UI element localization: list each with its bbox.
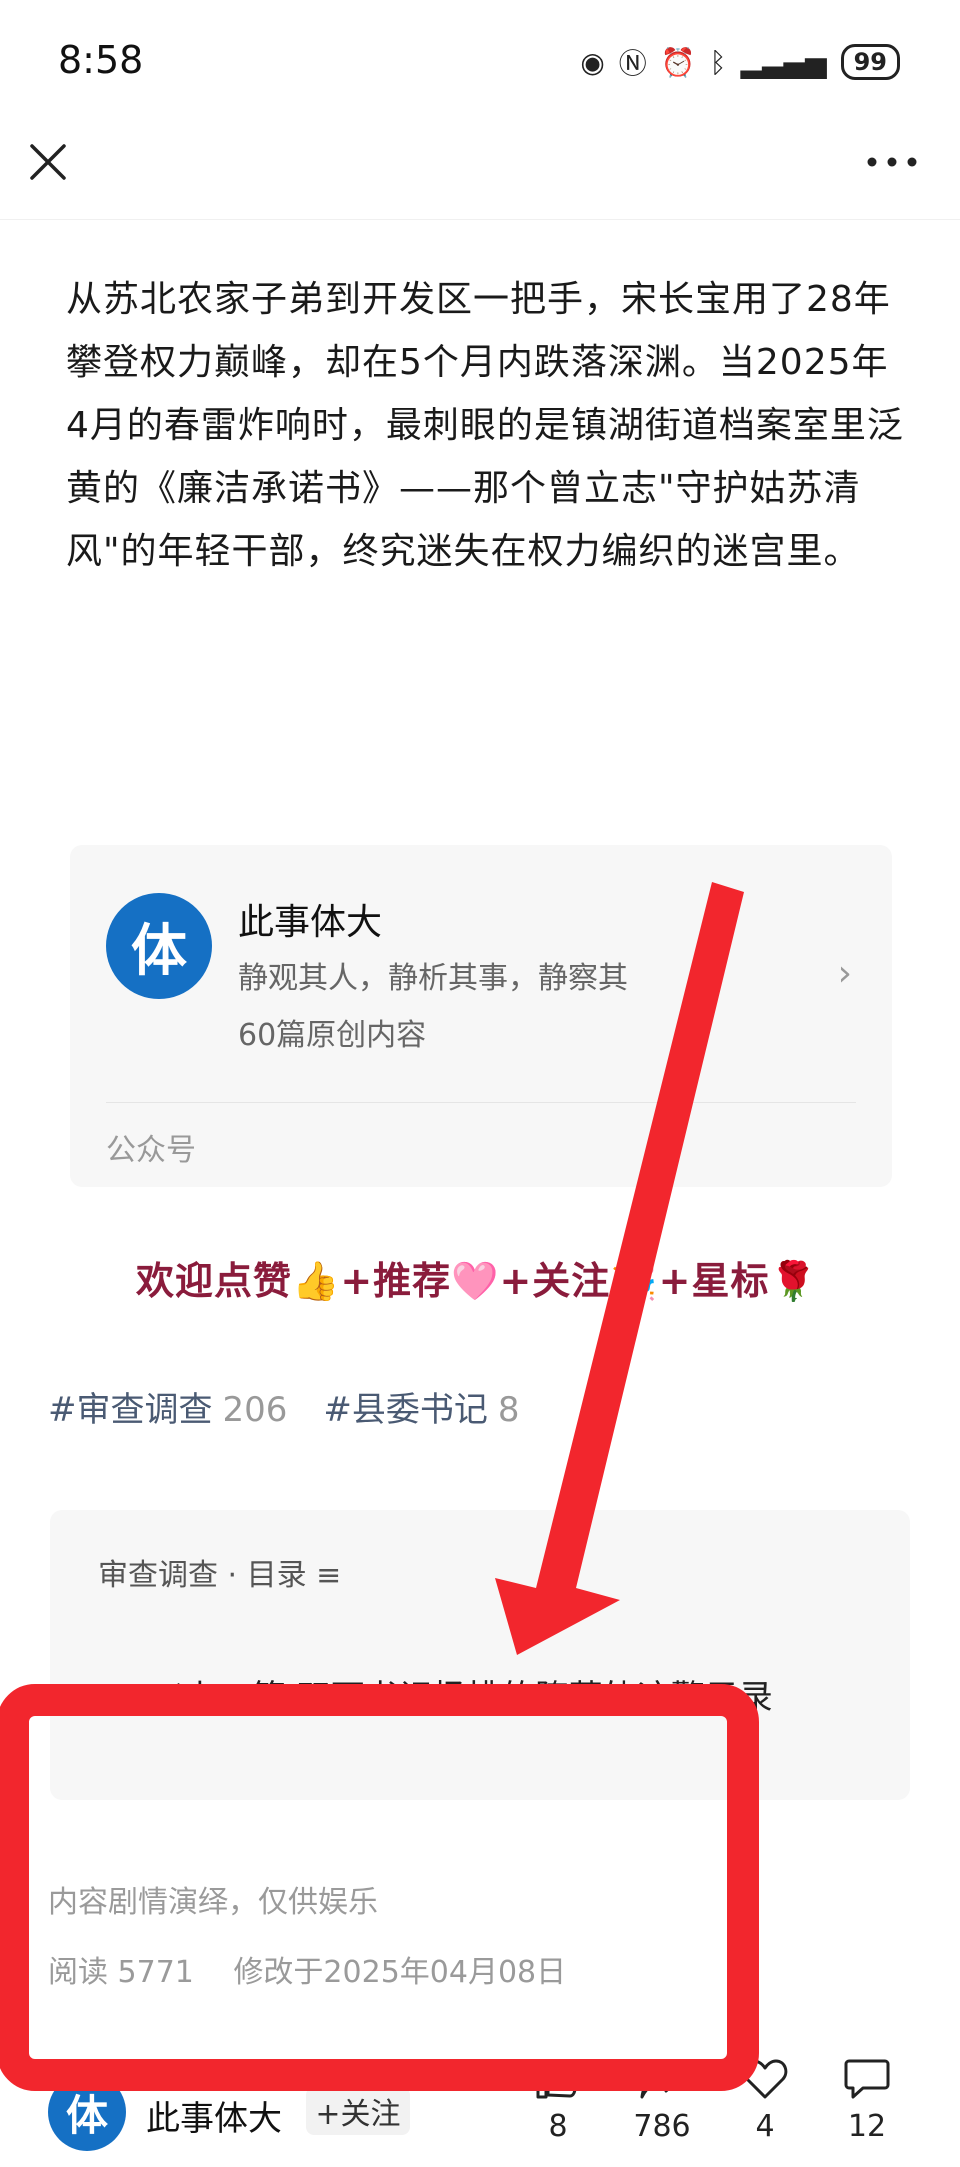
tag-label: 审查调查 (76, 1390, 213, 1430)
article-body: 从苏北农家子弟到开发区一把手，宋长宝用了28年攀登权力巅峰，却在5个月内跌落深渊… (66, 279, 904, 572)
account-description: 静观其人，静析其事，静察其 (238, 961, 628, 996)
account-name: 此事体大 (238, 902, 383, 943)
comment-button[interactable]: 12 (822, 2057, 912, 2144)
follow-button[interactable]: +关注 (306, 2087, 410, 2135)
nfc-icon: Ⓝ (618, 47, 647, 80)
account-type: 公众号 (106, 1133, 196, 1168)
battery-icon: 99 (840, 44, 900, 80)
bottom-action-bar: 体 此事体大 +关注 8 786 4 12 (0, 2045, 960, 2167)
heart-icon (742, 2059, 788, 2099)
account-card[interactable]: 体 此事体大 静观其人，静析其事，静察其 60篇原创内容 › 公众号 (70, 845, 892, 1187)
alarm-icon: ⏰ (660, 45, 696, 79)
more-icon[interactable] (864, 150, 920, 174)
favorite-button[interactable]: 4 (720, 2057, 810, 2144)
author-name[interactable]: 此事体大 (146, 2091, 282, 2140)
eye-icon: ◉ (580, 45, 605, 79)
clock: 8:58 (58, 38, 144, 82)
status-bar: 8:58 ◉ Ⓝ ⏰ ᛒ ▂▃▄▅ 99 (0, 0, 960, 120)
tag-item[interactable]: #审查调查 206 (48, 1382, 287, 1431)
modified-date: 修改于2025年04月08日 (233, 1955, 567, 1990)
favorite-count: 4 (755, 2109, 775, 2144)
top-nav-bar (0, 120, 960, 220)
close-icon[interactable] (26, 140, 70, 184)
tag-list: #审查调查 206 #县委书记 8 (48, 1382, 520, 1431)
prev-article-link[interactable]: ＜上一篇 双面书记杨桃的堕落轨迹警示录 (150, 1670, 773, 1719)
read-count: 阅读 5771 (48, 1955, 194, 1990)
hash-icon: # (48, 1390, 77, 1430)
tag-item[interactable]: #县委书记 8 (323, 1382, 519, 1431)
hash-icon: # (323, 1390, 352, 1430)
status-icons: ◉ Ⓝ ⏰ ᛒ ▂▃▄▅ 99 (580, 42, 900, 82)
chevron-right-icon: › (837, 953, 852, 994)
bluetooth-icon: ᛒ (709, 45, 727, 79)
article-meta: 阅读 5771 修改于2025年04月08日 (48, 1947, 596, 1991)
share-count: 786 (633, 2109, 691, 2144)
comment-count: 12 (847, 2109, 887, 2144)
share-icon (640, 2061, 684, 2099)
tag-label: 县委书记 (351, 1390, 488, 1430)
tag-count: 206 (222, 1390, 288, 1430)
thumbs-up-icon (536, 2059, 580, 2099)
series-box: 审查调查 · 目录 ≡ ＜上一篇 双面书记杨桃的堕落轨迹警示录 (50, 1510, 910, 1800)
tag-count: 8 (497, 1390, 520, 1430)
disclaimer: 内容剧情演绎，仅供娱乐 (48, 1885, 378, 1920)
series-title[interactable]: 审查调查 · 目录 ≡ (98, 1550, 341, 1594)
signal-icon: ▂▃▄▅ (740, 45, 827, 79)
account-avatar: 体 (106, 893, 212, 999)
comment-icon (844, 2059, 890, 2099)
author-avatar[interactable]: 体 (48, 2073, 126, 2151)
promo-text: 欢迎点赞👍+推荐🩷+关注🎉+星标🌹 (136, 1259, 818, 1303)
like-button[interactable]: 8 (513, 2057, 603, 2144)
account-original-count: 60篇原创内容 (238, 1018, 427, 1053)
like-count: 8 (548, 2109, 568, 2144)
share-button[interactable]: 786 (617, 2057, 707, 2144)
divider (106, 1102, 856, 1103)
